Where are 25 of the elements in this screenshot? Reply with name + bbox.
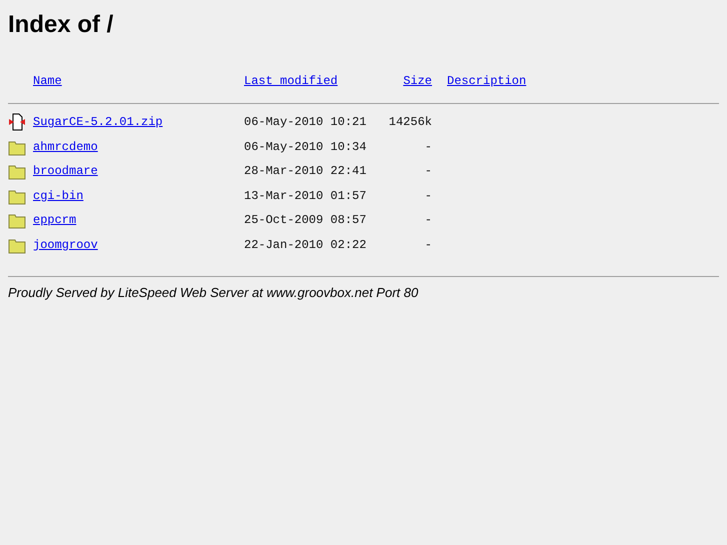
column-header-link[interactable]: Last modified [244, 74, 338, 88]
column-header-link[interactable]: Size [403, 74, 432, 88]
file-link[interactable]: SugarCE-5.2.01.zip [33, 115, 163, 130]
modified-date: 06-May-2010 10:34 [244, 140, 366, 154]
file-link[interactable]: broodmare [33, 164, 98, 178]
modified-date: 25-Oct-2009 08:57 [244, 213, 366, 228]
modified-date: 13-Mar-2010 01:57 [244, 188, 366, 203]
file-link[interactable]: ahmrcdemo [33, 140, 98, 154]
modified-date: 06-May-2010 10:21 [244, 115, 366, 130]
file-size: - [424, 140, 432, 154]
modified-date: 28-Mar-2010 22:41 [244, 164, 366, 178]
file-link[interactable]: eppcrm [33, 213, 76, 228]
server-footer: Proudly Served by LiteSpeed Web Server at www.groovbox.net Port 80 [8, 285, 418, 300]
file-link[interactable]: cgi-bin [33, 188, 84, 203]
file-size: - [424, 164, 432, 178]
file-size: - [424, 238, 432, 252]
file-size: - [424, 213, 432, 228]
zip-file-icon [8, 113, 26, 132]
column-header-link[interactable]: Name [33, 74, 62, 88]
file-link[interactable]: joomgroov [33, 238, 98, 252]
file-size: 14256k [388, 115, 432, 130]
column-header-link[interactable]: Description [447, 74, 526, 88]
page-title: Index of / [8, 11, 114, 39]
modified-date: 22-Jan-2010 02:22 [244, 238, 366, 252]
file-size: - [424, 188, 432, 203]
